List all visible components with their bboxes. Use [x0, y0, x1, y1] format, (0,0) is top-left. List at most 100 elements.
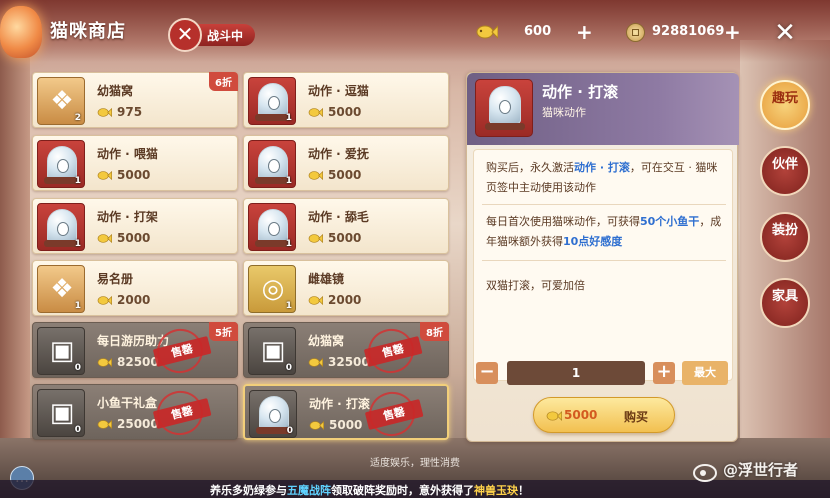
item-count: 0: [74, 363, 81, 373]
crossed-swords-icon: ✕: [168, 18, 202, 52]
item-price: 2000: [328, 293, 362, 307]
shop-item-card[interactable]: ▣ 0 小鱼干礼盒 25000 售罄: [32, 384, 238, 440]
item-name: 动作 · 打滚: [309, 397, 370, 411]
item-count: 1: [74, 301, 81, 311]
item-thumbnail: ▣ 0: [248, 327, 296, 375]
quantity-field[interactable]: 1: [507, 361, 645, 385]
detail-subtitle: 猫咪动作: [542, 106, 586, 119]
dried-fish-icon: [308, 233, 323, 244]
item-name: 动作 · 逗猫: [308, 84, 369, 98]
item-count: 1: [285, 239, 292, 249]
shop-item-card[interactable]: ◎ 1 雌雄镜 2000: [243, 260, 449, 316]
glass-dome-icon: [259, 396, 289, 430]
quantity-decrease-button[interactable]: −: [476, 362, 498, 384]
shop-item-card[interactable]: 1 动作 · 喂猫 5000: [32, 135, 238, 191]
item-thumbnail: ▣ 0: [37, 389, 85, 437]
item-count: 1: [285, 113, 292, 123]
buy-price: 5000: [564, 408, 598, 422]
dried-fish-icon: [97, 295, 112, 306]
item-count: 0: [286, 426, 293, 436]
item-thumbnail: 1: [248, 140, 296, 188]
item-count: 1: [74, 239, 81, 249]
fish-balance: 600: [524, 24, 552, 39]
glass-dome-icon: [258, 209, 288, 243]
item-price: 32500: [328, 355, 370, 369]
item-count: 1: [285, 176, 292, 186]
weibo-logo-icon: [693, 464, 717, 482]
glass-dome-icon: [47, 209, 77, 243]
tab-furniture[interactable]: 家具: [760, 278, 810, 328]
item-thumbnail: ▣ 0: [37, 327, 85, 375]
dried-fish-icon: [308, 170, 323, 181]
dried-fish-icon: [308, 295, 323, 306]
discount-badge: 5折: [209, 322, 238, 341]
shop-item-card[interactable]: ▣ 0 幼猫窝 32500 8折 售罄: [243, 322, 449, 378]
quantity-increase-button[interactable]: +: [653, 362, 675, 384]
dried-fish-icon: [476, 25, 498, 39]
detail-item-thumbnail: [475, 79, 533, 137]
discount-badge: 6折: [209, 72, 238, 91]
glass-dome-icon: [47, 146, 77, 180]
dried-fish-icon: [309, 420, 324, 431]
shop-item-card[interactable]: 1 动作 · 舔毛 5000: [243, 198, 449, 254]
dried-fish-icon: [97, 170, 112, 181]
shop-item-card[interactable]: ❖ 2 幼猫窝 975 6折: [32, 72, 238, 128]
item-price: 5000: [328, 105, 362, 119]
item-detail-panel: 动作 · 打滚 猫咪动作 购买后，永久激活动作 · 打滚，可在交互 · 猫咪页签…: [466, 72, 739, 442]
tab-dressup[interactable]: 装扮: [760, 212, 810, 262]
sold-out-stamp: 售罄: [363, 324, 423, 378]
item-count: 0: [74, 425, 81, 435]
add-fish-button[interactable]: +: [576, 22, 593, 42]
item-name: 动作 · 喂猫: [97, 147, 158, 161]
item-thumbnail: 0: [249, 390, 297, 438]
shop-item-card[interactable]: ▣ 0 每日游历助力 82500 5折 售罄: [32, 322, 238, 378]
announcement-text: 养乐多奶绿参与五魔战阵领取破阵奖励时，意外获得了神兽玉玦！: [210, 484, 529, 497]
page-title: 猫咪商店: [50, 21, 126, 42]
sold-out-stamp: 售罄: [152, 386, 212, 440]
item-price: 5000: [117, 231, 151, 245]
dried-fish-icon: [308, 107, 323, 118]
shop-item-card[interactable]: 0 动作 · 打滚 5000 售罄: [243, 384, 449, 441]
buy-label: 购买: [624, 410, 649, 424]
buy-button[interactable]: 5000 购买: [533, 397, 675, 433]
item-count: 2: [74, 113, 81, 123]
glass-dome-icon: [258, 83, 288, 117]
item-name: 易名册: [97, 272, 134, 286]
item-thumbnail: ◎ 1: [248, 265, 296, 313]
tab-companion[interactable]: 伙伴: [760, 146, 810, 196]
sold-out-label: 售罄: [364, 398, 424, 430]
add-coin-button[interactable]: +: [724, 22, 741, 42]
shop-item-card[interactable]: 1 动作 · 逗猫 5000: [243, 72, 449, 128]
sold-out-stamp: 售罄: [364, 387, 424, 441]
tab-fun[interactable]: 趣玩: [760, 80, 810, 130]
sold-out-label: 售罄: [152, 335, 212, 367]
max-quantity-button[interactable]: 最大: [682, 361, 728, 385]
item-thumbnail: ❖ 2: [37, 77, 85, 125]
dried-fish-icon: [97, 419, 112, 430]
lantern-icon: [0, 6, 42, 58]
detail-title: 动作 · 打滚: [542, 83, 619, 101]
description-paragraph-2: 每日首次使用猫咪动作，可获得50个小鱼干，成年猫咪额外获得10点好感度: [486, 215, 722, 248]
item-name: 动作 · 打架: [97, 210, 158, 224]
description-paragraph-3: 双猫打滚，可爱加倍: [486, 279, 585, 292]
item-price: 2000: [117, 293, 151, 307]
sold-out-label: 售罄: [363, 335, 423, 367]
item-count: 0: [285, 363, 292, 373]
background-wall-left: [0, 40, 30, 460]
description-paragraph-1: 购买后，永久激活动作 · 打滚，可在交互 · 猫咪页签中主动使用该动作: [486, 161, 718, 194]
divider: [482, 204, 726, 205]
item-count: 1: [74, 176, 81, 186]
shop-item-card[interactable]: 1 动作 · 爱抚 5000: [243, 135, 449, 191]
battle-status-label: 战斗中: [207, 29, 244, 43]
item-count: 1: [285, 301, 292, 311]
item-name: 幼猫窝: [97, 84, 134, 98]
item-price: 5000: [329, 418, 363, 432]
item-name: 幼猫窝: [308, 334, 345, 348]
item-name: 动作 · 爱抚: [308, 147, 369, 161]
glass-dome-icon: [258, 146, 288, 180]
shop-item-card[interactable]: ❖ 1 易名册 2000: [32, 260, 238, 316]
shop-item-card[interactable]: 1 动作 · 打架 5000: [32, 198, 238, 254]
dried-fish-icon: [546, 411, 562, 421]
close-icon[interactable]: ✕: [770, 18, 800, 48]
item-thumbnail: ❖ 1: [37, 265, 85, 313]
